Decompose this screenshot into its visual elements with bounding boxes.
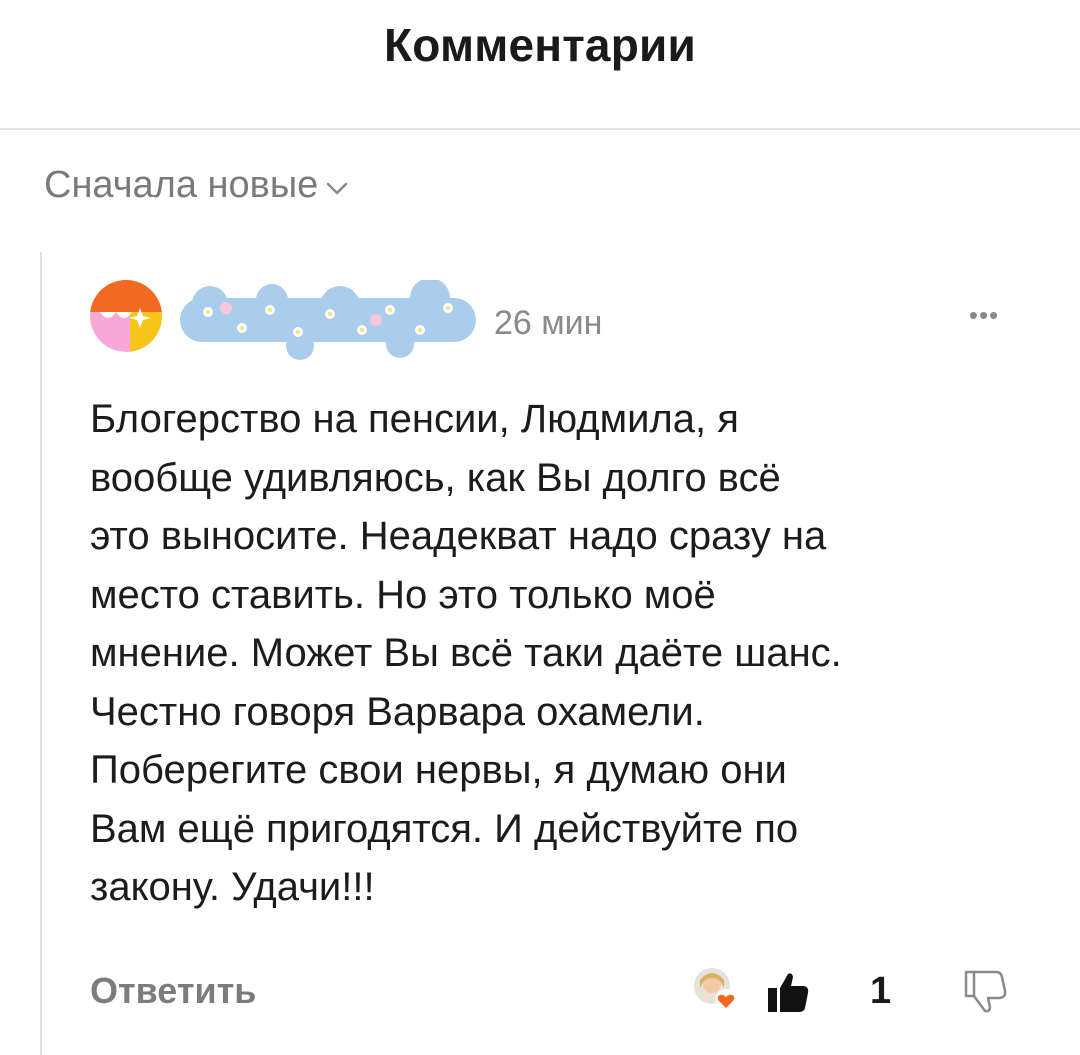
like-count: 1 <box>870 970 892 1012</box>
reactor-avatar-with-heart-icon[interactable] <box>692 966 740 1014</box>
comment-text-line: Вам ещё пригодятся. И действуйте по <box>90 806 799 851</box>
comment-text: Блогерство на пенсии, Людмила, я вообще … <box>90 390 1030 917</box>
thread-line <box>40 252 42 1055</box>
page-title: Комментарии <box>384 19 696 71</box>
thumbs-up-icon[interactable] <box>764 968 812 1016</box>
comment-text-line: Честно говоря Варвара охамели. <box>90 689 705 734</box>
comments-header: Комментарии <box>0 0 1080 130</box>
thumbs-down-icon[interactable] <box>960 966 1010 1016</box>
comment-header: 26 мин ••• <box>90 280 1030 370</box>
comment-timestamp: 26 мин <box>494 304 603 342</box>
reply-button[interactable]: Ответить <box>90 970 256 1012</box>
comment-actions: Ответить 1 <box>90 966 1030 1026</box>
more-options-button[interactable]: ••• <box>954 300 1014 340</box>
sort-dropdown[interactable]: Сначала новые <box>44 164 350 207</box>
author-name-redacted[interactable] <box>180 280 476 360</box>
sort-label: Сначала новые <box>44 164 319 206</box>
comment-text-line: закону. Удачи!!! <box>90 865 375 909</box>
comment-text-line: место ставить. Но это только моё <box>90 572 716 617</box>
avatar[interactable] <box>90 280 162 352</box>
comment-text-line: мнение. Может Вы всё таки даёте шанс. <box>90 631 842 675</box>
comment-text-line: это выносите. Неадекват надо сразу на <box>90 514 827 558</box>
comment-item: 26 мин ••• Блогерство на пенсии, Людмила… <box>90 280 1030 917</box>
chevron-down-icon <box>327 182 348 194</box>
comment-text-line: Поберегите свои нервы, я думаю они <box>90 748 787 792</box>
comment-text-line: вообще удивляюсь, как Вы долго всё <box>90 455 781 500</box>
comment-text-line: Блогерство на пенсии, Людмила, я <box>90 397 739 441</box>
